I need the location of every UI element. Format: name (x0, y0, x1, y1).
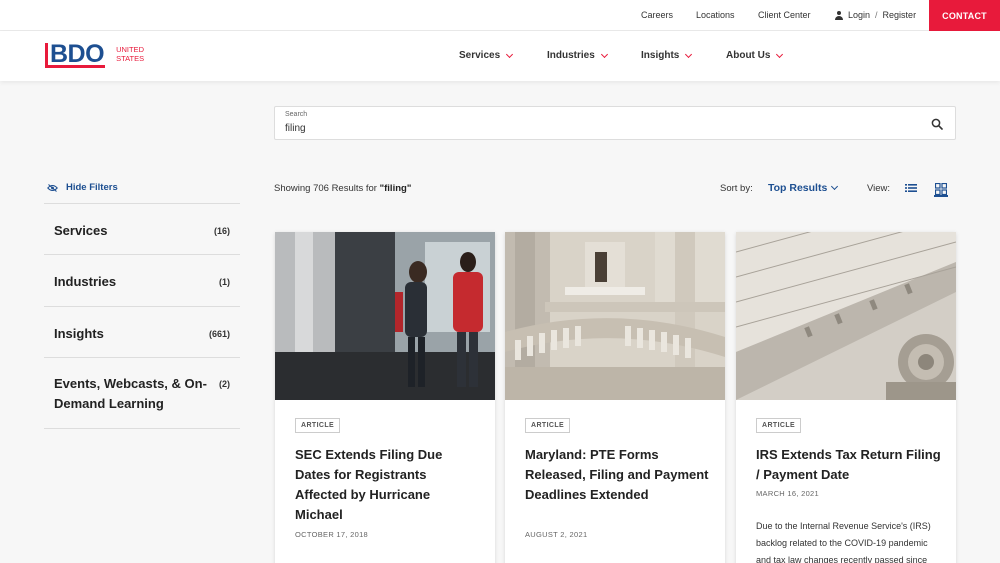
nav-insights[interactable]: Insights (641, 50, 693, 61)
chevron-down-icon (506, 50, 514, 58)
chevron-down-icon (831, 182, 839, 191)
search-label: Search (285, 111, 308, 118)
locations-link[interactable]: Locations (696, 10, 735, 20)
filter-label: Industries (54, 274, 117, 289)
logo-subtitle: UNITED STATES (116, 45, 145, 63)
sort-value: Top Results (768, 182, 828, 194)
filter-list: Services (16) Industries (1) Insights (6… (44, 203, 240, 429)
nav-industries-label: Industries (547, 50, 595, 61)
sort-by-label: Sort by: (720, 183, 753, 194)
result-card[interactable]: ARTICLE SEC Extends Filing Due Dates for… (275, 232, 495, 563)
chevron-down-icon (600, 50, 608, 58)
search-icon[interactable] (931, 118, 943, 130)
list-view-icon[interactable] (905, 183, 917, 193)
nav-services-label: Services (459, 50, 501, 61)
filter-services[interactable]: Services (16) (44, 203, 240, 254)
login-separator: / (875, 10, 878, 20)
nav-about-us[interactable]: About Us (726, 50, 784, 61)
grid-view-button[interactable] (934, 181, 948, 197)
article-badge: ARTICLE (525, 418, 571, 433)
sort-dropdown[interactable]: Top Results (768, 182, 839, 194)
card-date: AUGUST 2, 2021 (525, 530, 588, 539)
eye-slash-icon (47, 183, 58, 192)
nav-insights-label: Insights (641, 50, 680, 61)
nav-about-label: About Us (726, 50, 771, 61)
client-center-link[interactable]: Client Center (758, 10, 811, 20)
person-icon (835, 10, 843, 20)
grid-view-icon (934, 182, 948, 196)
search-input[interactable]: Search filing (274, 106, 956, 140)
contact-button[interactable]: CONTACT (929, 0, 1000, 31)
hide-filters-button[interactable]: Hide Filters (47, 182, 118, 193)
main-header: BDO UNITED STATES Services Industries In… (0, 31, 1000, 81)
hide-filters-label: Hide Filters (66, 182, 118, 193)
article-badge: ARTICLE (756, 418, 802, 433)
chevron-down-icon (685, 50, 693, 58)
filter-count: (2) (219, 379, 230, 389)
chevron-down-icon (776, 50, 784, 58)
filter-label: Insights (54, 326, 104, 341)
filter-count: (1) (219, 277, 230, 287)
filter-insights[interactable]: Insights (661) (44, 306, 240, 357)
login-link[interactable]: Login (848, 10, 870, 20)
filter-count: (661) (208, 329, 230, 339)
nav-services[interactable]: Services (459, 50, 514, 61)
filter-events[interactable]: Events, Webcasts, & On-Demand Learning (… (44, 357, 240, 429)
card-title[interactable]: SEC Extends Filing Due Dates for Registr… (295, 445, 480, 525)
utility-bar: Careers Locations Client Center Login / … (0, 0, 1000, 31)
filter-industries[interactable]: Industries (1) (44, 254, 240, 306)
card-image-united-states-building[interactable] (736, 232, 956, 400)
view-label: View: (867, 183, 891, 194)
filter-label: Events, Webcasts, & On-Demand Learning (54, 376, 207, 411)
article-badge: ARTICLE (295, 418, 341, 433)
logo-wordmark: BDO (45, 42, 106, 68)
login-register: Login / Register (835, 10, 916, 20)
card-title[interactable]: IRS Extends Tax Return Filing / Payment … (756, 445, 941, 485)
logo-sub-line2: STATES (116, 53, 145, 63)
results-prefix: Showing 706 Results for (274, 183, 380, 194)
card-image-capitol-interior[interactable] (505, 232, 725, 400)
card-excerpt: Due to the Internal Revenue Service's (I… (756, 521, 931, 563)
filter-count: (16) (213, 226, 230, 236)
careers-link[interactable]: Careers (641, 10, 673, 20)
card-image-office-meeting[interactable] (275, 232, 495, 400)
register-link[interactable]: Register (883, 10, 917, 20)
results-query: "filing" (379, 183, 412, 194)
card-date: OCTOBER 17, 2018 (295, 530, 369, 539)
result-card[interactable]: ARTICLE IRS Extends Tax Return Filing / … (736, 232, 956, 563)
card-date: MARCH 16, 2021 (756, 489, 819, 498)
card-title[interactable]: Maryland: PTE Forms Released, Filing and… (525, 445, 710, 505)
results-count: Showing 706 Results for "filing" (274, 183, 411, 194)
result-card[interactable]: ARTICLE Maryland: PTE Forms Released, Fi… (505, 232, 725, 563)
bdo-logo[interactable]: BDO UNITED STATES (45, 42, 145, 68)
nav-industries[interactable]: Industries (547, 50, 608, 61)
filter-label: Services (54, 223, 108, 238)
search-value[interactable]: filing (285, 123, 306, 134)
